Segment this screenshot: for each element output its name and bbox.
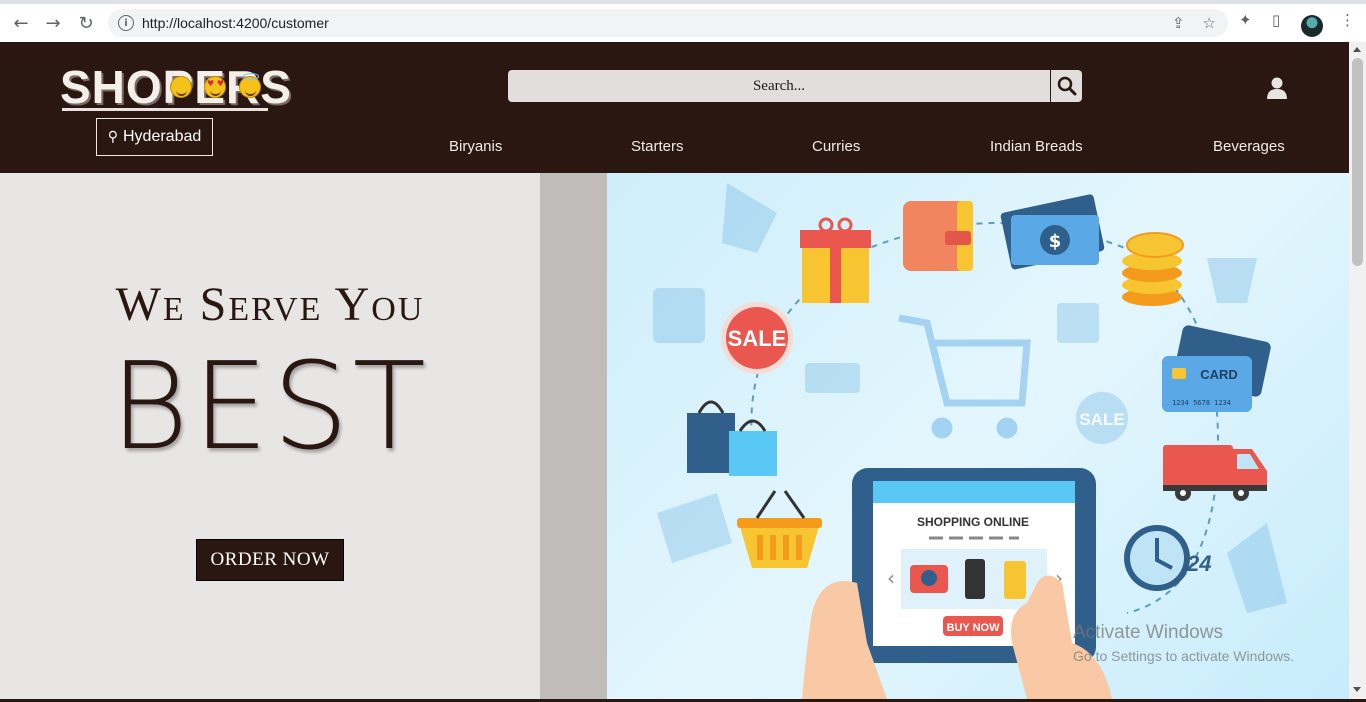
share-icon[interactable]: ⇪ bbox=[1172, 14, 1185, 32]
svg-text:‹: ‹ bbox=[887, 566, 895, 590]
forward-icon[interactable]: → bbox=[40, 10, 66, 36]
reload-icon[interactable]: ↻ bbox=[73, 10, 99, 36]
shopping-illustration: $ SALE SALE CARD 1234 5678 1234 24 SHOPP… bbox=[607, 173, 1349, 699]
bookmark-star-icon[interactable]: ☆ bbox=[1203, 14, 1216, 32]
hero-tagline: We Serve You bbox=[115, 278, 425, 331]
user-account-icon[interactable] bbox=[1266, 76, 1288, 100]
gift-icon bbox=[800, 217, 871, 303]
coins-icon bbox=[1122, 232, 1184, 306]
nav-curries[interactable]: Curries bbox=[812, 138, 860, 155]
cart-icon bbox=[898, 314, 1031, 439]
halo-emoji-icon bbox=[239, 73, 261, 98]
address-bar[interactable]: i http://localhost:4200/customer ⇪ ☆ bbox=[108, 9, 1228, 37]
browser-toolbar: ← → ↻ i http://localhost:4200/customer ⇪… bbox=[0, 0, 1366, 42]
sale-badge: SALE bbox=[721, 302, 793, 374]
card-label: CARD bbox=[1200, 367, 1238, 382]
svg-text:$: $ bbox=[1049, 231, 1062, 252]
logo-underline bbox=[62, 108, 268, 111]
browser-menu-icon[interactable]: ⋮ bbox=[1340, 11, 1355, 29]
scroll-down-arrow-icon[interactable] bbox=[1353, 687, 1361, 692]
location-button[interactable]: ⚲ Hyderabad bbox=[96, 118, 213, 156]
activate-windows-subtitle: Go to Settings to activate Windows. bbox=[1073, 648, 1294, 664]
scrollbar-thumb[interactable] bbox=[1352, 58, 1363, 266]
credit-card-icon: CARD 1234 5678 1234 bbox=[1162, 325, 1271, 412]
nav-beverages[interactable]: Beverages bbox=[1213, 138, 1285, 155]
screen-title: SHOPPING ONLINE bbox=[917, 515, 1029, 529]
extensions-icon[interactable]: ✦ bbox=[1239, 11, 1252, 29]
search-icon bbox=[1057, 76, 1076, 96]
side-panel-icon[interactable]: ▯ bbox=[1272, 11, 1280, 29]
wallet-icon bbox=[903, 201, 973, 271]
hero-headline: BEST bbox=[110, 338, 430, 477]
nav-indian-breads[interactable]: Indian Breads bbox=[990, 138, 1083, 155]
page-scrollbar[interactable] bbox=[1349, 42, 1366, 699]
heart-eyes-emoji-icon bbox=[204, 76, 226, 98]
site-header: SHOPERS ⚲ Hyderabad Biryanis Starters Cu… bbox=[0, 42, 1349, 173]
order-now-button[interactable]: ORDER NOW bbox=[196, 539, 344, 581]
profile-avatar[interactable] bbox=[1301, 15, 1323, 37]
shopping-bags-icon bbox=[687, 400, 777, 476]
url-text[interactable]: http://localhost:4200/customer bbox=[142, 15, 329, 31]
delivery-truck-icon bbox=[1163, 445, 1267, 501]
nav-starters[interactable]: Starters bbox=[631, 138, 684, 155]
basket-icon bbox=[737, 490, 822, 568]
search-bar bbox=[508, 70, 1082, 102]
scroll-up-arrow-icon[interactable] bbox=[1353, 47, 1361, 52]
smile-emoji-icon bbox=[170, 76, 192, 98]
clock-24-icon: 24 bbox=[1124, 525, 1211, 591]
card-number: 1234 5678 1234 bbox=[1172, 399, 1231, 407]
hero-divider-strip bbox=[540, 173, 607, 699]
illustration-canvas: $ SALE SALE CARD 1234 5678 1234 24 SHOPP… bbox=[653, 183, 1287, 699]
map-pin-icon: ⚲ bbox=[107, 129, 118, 145]
search-button[interactable] bbox=[1050, 70, 1082, 102]
nav-biryanis[interactable]: Biryanis bbox=[449, 138, 502, 155]
activate-windows-title: Activate Windows bbox=[1073, 622, 1223, 643]
sale-label: SALE bbox=[728, 326, 787, 351]
clock-label: 24 bbox=[1186, 551, 1211, 576]
search-input[interactable] bbox=[508, 70, 1050, 102]
site-info-icon[interactable]: i bbox=[118, 15, 134, 31]
buy-now-label: BUY NOW bbox=[947, 622, 1001, 634]
sale-label-faded: SALE bbox=[1079, 410, 1124, 429]
cash-icon: $ bbox=[1000, 194, 1105, 270]
back-icon[interactable]: ← bbox=[8, 10, 34, 36]
location-label: Hyderabad bbox=[122, 128, 202, 145]
